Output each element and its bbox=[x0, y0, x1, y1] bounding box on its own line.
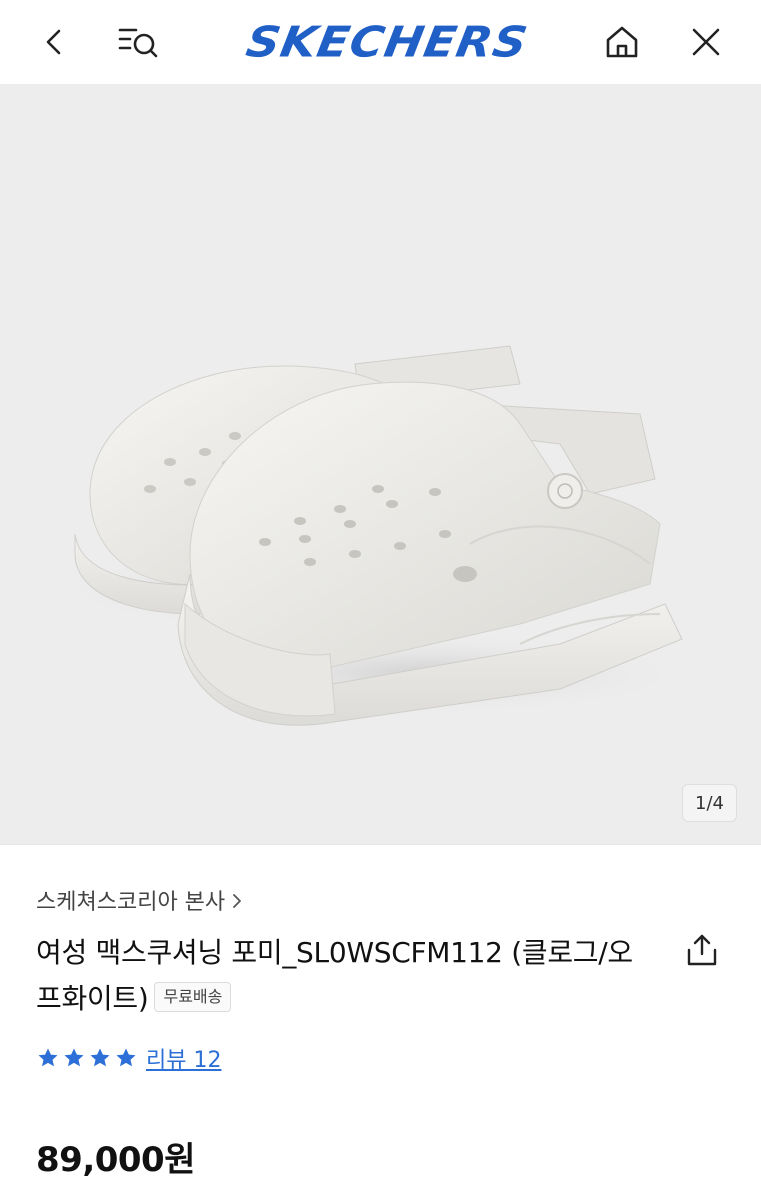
review-count-link[interactable]: 리뷰 12 bbox=[146, 1042, 221, 1074]
free-shipping-badge: 무료배송 bbox=[154, 982, 232, 1012]
back-button[interactable] bbox=[30, 18, 78, 66]
share-icon bbox=[687, 934, 717, 966]
top-navigation-bar: SKECHERS bbox=[0, 0, 761, 84]
star-icon bbox=[90, 1048, 110, 1067]
home-icon bbox=[606, 26, 638, 58]
product-title: 여성 맥스쿠셔닝 포미_SL0WSCFM112 (클로그/오프화이트) bbox=[36, 936, 633, 1015]
back-icon bbox=[46, 29, 61, 55]
star-icon bbox=[116, 1048, 136, 1067]
brand-logo-text: SKECHERS bbox=[242, 17, 532, 67]
product-title-block: 여성 맥스쿠셔닝 포미_SL0WSCFM112 (클로그/오프화이트) 무료배송 bbox=[36, 930, 656, 1022]
seller-name: 스케쳐스코리아 본사 bbox=[36, 890, 226, 915]
product-price: 89,000원 bbox=[36, 1140, 195, 1180]
home-button[interactable] bbox=[598, 18, 646, 66]
image-pager: 1/4 bbox=[682, 784, 737, 822]
chevron-right-icon bbox=[233, 894, 242, 908]
share-button[interactable] bbox=[678, 926, 726, 974]
section-divider bbox=[0, 844, 761, 845]
product-image bbox=[50, 345, 690, 726]
rating-row: 리뷰 12 bbox=[36, 1042, 221, 1074]
brand-logo[interactable]: SKECHERS bbox=[197, 16, 577, 68]
star-rating bbox=[36, 1046, 138, 1070]
product-image-gallery[interactable]: 1/4 bbox=[0, 84, 761, 844]
close-icon bbox=[692, 28, 720, 56]
seller-link[interactable]: 스케쳐스코리아 본사 bbox=[36, 884, 243, 916]
search-list-icon bbox=[118, 28, 158, 58]
category-search-button[interactable] bbox=[114, 18, 162, 66]
star-icon bbox=[38, 1048, 58, 1067]
star-icon bbox=[64, 1048, 84, 1067]
close-button[interactable] bbox=[682, 18, 730, 66]
